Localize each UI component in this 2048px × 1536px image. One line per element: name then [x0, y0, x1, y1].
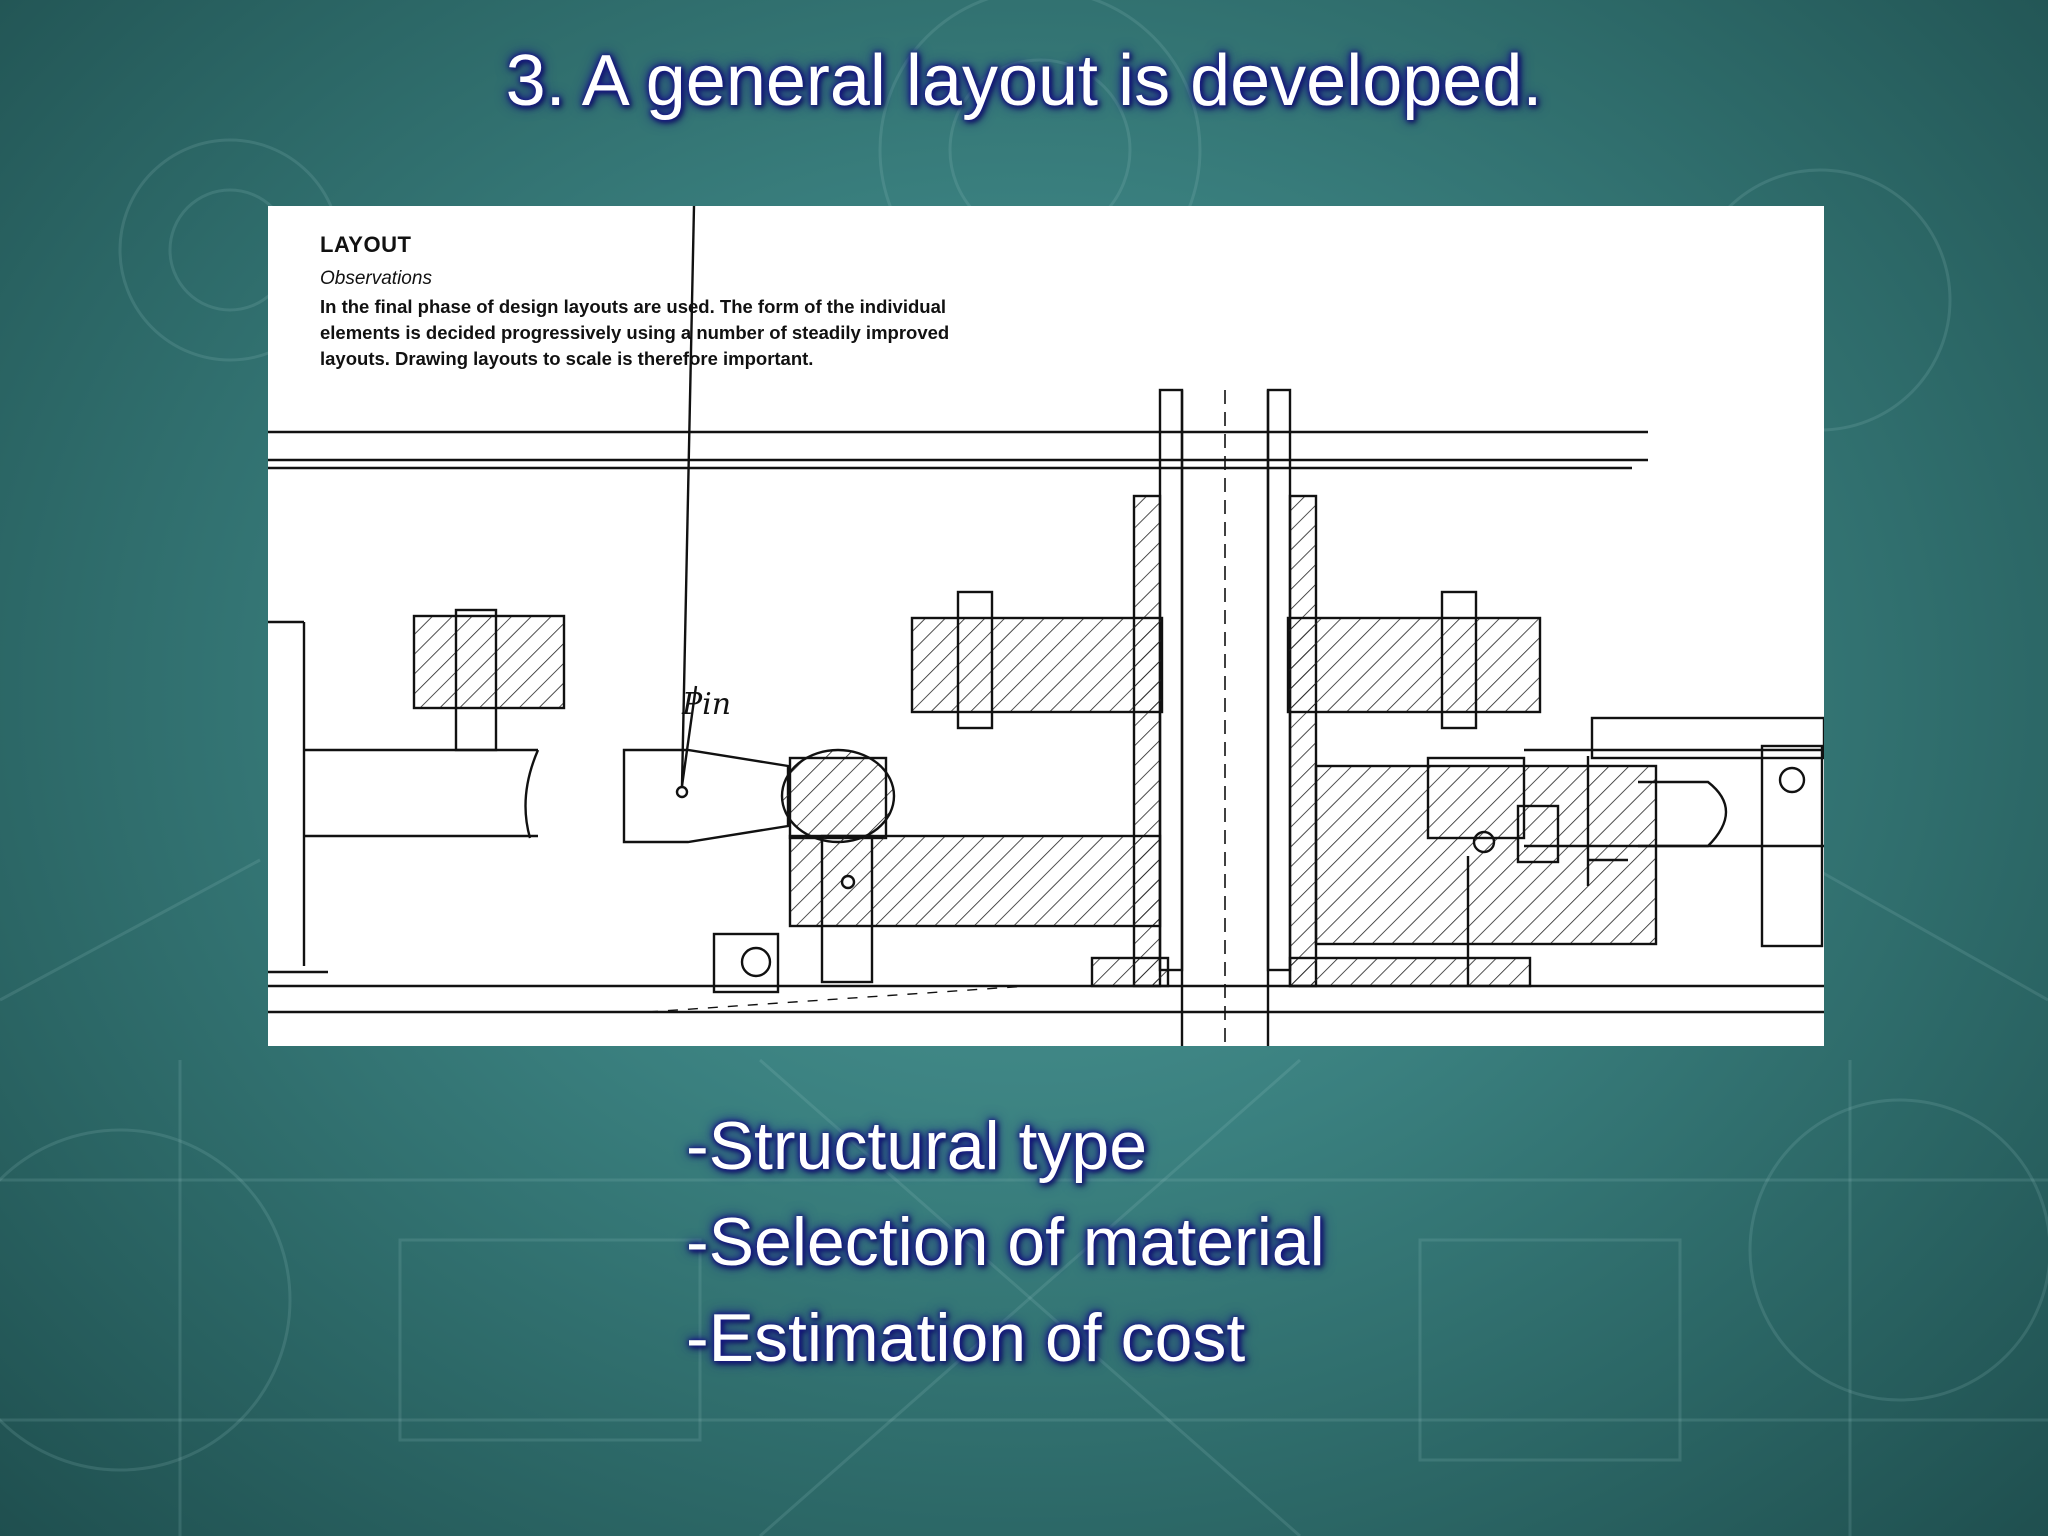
- pin-annotation: Pin: [681, 687, 731, 722]
- figure-subheading: Observations: [320, 268, 432, 289]
- layout-figure: Pin LAYOUT Observations In the final pha…: [268, 206, 1824, 1046]
- bullet-structural-type: -Structural type: [686, 1108, 1148, 1184]
- bullet-selection-of-material: -Selection of material: [686, 1204, 1325, 1280]
- figure-description: In the final phase of design layouts are…: [320, 296, 950, 369]
- bullet-estimation-of-cost: -Estimation of cost: [686, 1300, 1246, 1376]
- bullet-list: -Structural type -Selection of material …: [686, 1098, 1325, 1386]
- slide-title: 3. A general layout is developed.: [505, 41, 1543, 121]
- figure-heading: LAYOUT: [320, 232, 412, 257]
